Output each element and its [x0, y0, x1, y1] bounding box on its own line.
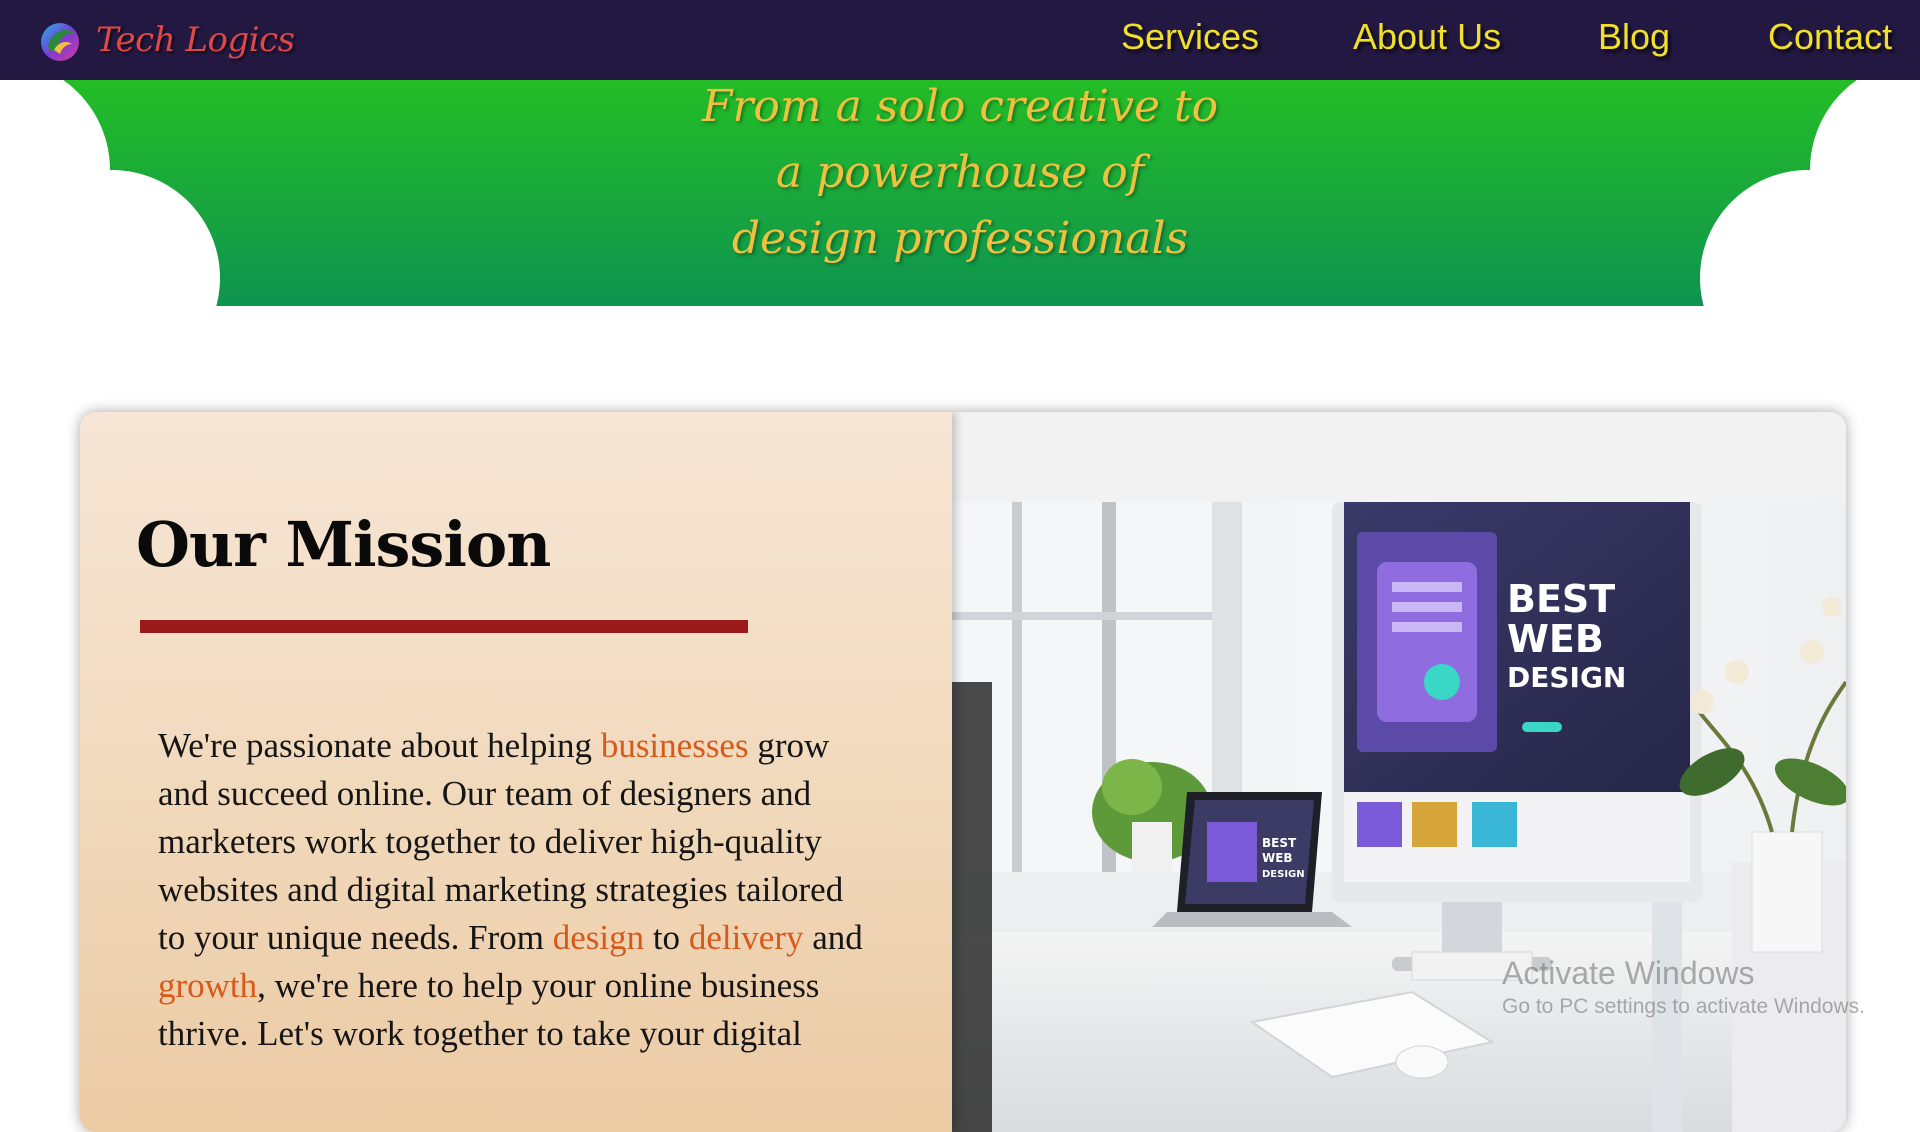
- watermark-subtitle: Go to PC settings to activate Windows.: [1502, 995, 1865, 1018]
- nav-contact[interactable]: Contact: [1768, 16, 1892, 58]
- screen-text-line: BEST: [1507, 577, 1615, 621]
- highlighted-word: growth: [158, 966, 258, 1005]
- laptop-screen-text: DESIGN: [1262, 869, 1305, 880]
- hero-tagline: From a solo creative to a powerhouse of …: [560, 74, 1360, 272]
- mission-card: Our Mission We're passionate about helpi…: [80, 412, 1846, 1132]
- office-workspace-image: BEST WEB DESIGN BEST WEB DESIGN: [952, 502, 1846, 1132]
- mission-text-segment: We're passionate about helping: [158, 726, 601, 765]
- mission-panel: Our Mission We're passionate about helpi…: [80, 412, 952, 1132]
- highlighted-word: businesses: [600, 726, 749, 765]
- mission-title: Our Mission: [136, 508, 551, 581]
- navbar: Tech Logics Services About Us Blog Conta…: [0, 0, 1920, 80]
- brand-name: Tech Logics: [96, 20, 295, 60]
- screen-text-line: WEB: [1507, 617, 1604, 661]
- cloud-decoration-right: [1700, 80, 1920, 320]
- nav-blog[interactable]: Blog: [1598, 16, 1670, 58]
- laptop-screen-text: WEB: [1262, 851, 1293, 865]
- mission-text-segment: and: [803, 918, 863, 957]
- laptop-screen-text: BEST: [1262, 836, 1297, 850]
- hero-tagline-line: design professionals: [731, 213, 1189, 264]
- hero-tagline-line: a powerhouse of: [775, 147, 1145, 198]
- mission-text-segment: , we're here to help your online busines…: [158, 966, 820, 1053]
- mission-text-segment: to: [644, 918, 689, 957]
- screen-text-line: DESIGN: [1507, 661, 1626, 694]
- highlighted-word: design: [552, 918, 645, 957]
- mission-divider: [140, 620, 748, 633]
- nav-about-us[interactable]: About Us: [1353, 16, 1501, 58]
- mission-text: We're passionate about helping businesse…: [158, 722, 878, 1058]
- nav-services[interactable]: Services: [1121, 16, 1259, 58]
- brand-link[interactable]: Tech Logics: [38, 16, 295, 64]
- bird-logo-icon: [41, 23, 79, 61]
- cloud-decoration-left: [0, 80, 220, 320]
- hero-tagline-line: From a solo creative to: [701, 81, 1219, 132]
- highlighted-word: delivery: [688, 918, 804, 957]
- windows-activation-watermark: Activate Windows Go to PC settings to ac…: [1502, 954, 1865, 1022]
- watermark-title: Activate Windows: [1502, 955, 1755, 991]
